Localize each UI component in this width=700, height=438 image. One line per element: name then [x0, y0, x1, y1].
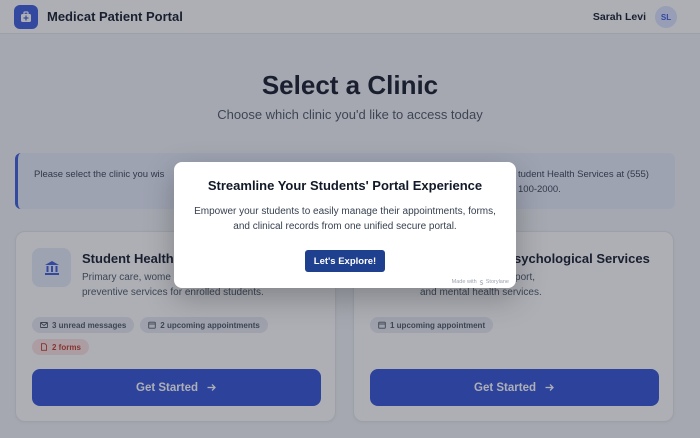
modal-title: Streamline Your Students' Portal Experie… [207, 178, 483, 193]
onboarding-modal: Streamline Your Students' Portal Experie… [174, 162, 516, 288]
made-with-label: Made with [451, 279, 477, 285]
storylane-logo-icon [479, 279, 483, 285]
lets-explore-button[interactable]: Let's Explore! [305, 250, 385, 272]
modal-body: Empower your students to easily manage t… [194, 206, 496, 232]
made-with-brand: Storylane [485, 279, 509, 285]
made-with-storylane[interactable]: Made with Storylane [452, 279, 509, 285]
